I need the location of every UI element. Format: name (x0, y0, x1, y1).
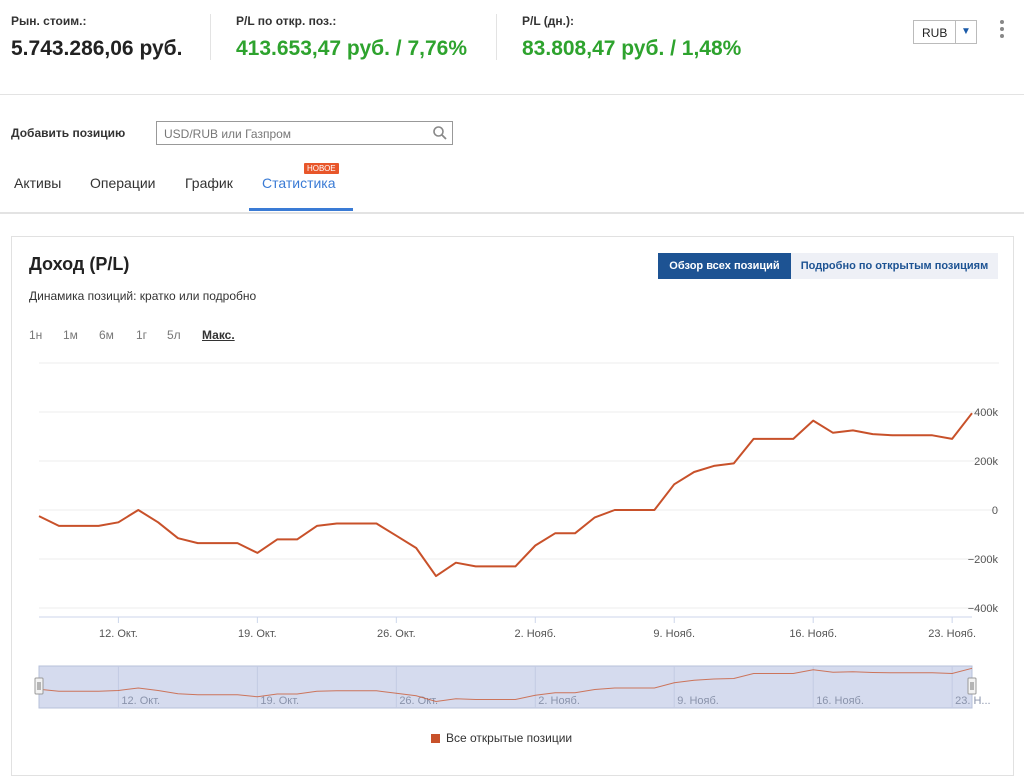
y-tick-label: 0 (992, 505, 998, 517)
legend-item[interactable]: Все открытые позиции (431, 731, 572, 745)
navigator-handle-right (967, 677, 977, 695)
x-tick-label: 16. Нояб. (789, 628, 837, 640)
navigator-label: 23. Н... (955, 695, 990, 707)
navigator-label: 2. Нояб. (538, 695, 580, 707)
x-tick-label: 2. Нояб. (514, 628, 556, 640)
series-line-all-open-positions (38, 412, 973, 578)
x-tick-label: 9. Нояб. (653, 628, 695, 640)
pl-chart: 400k 200k 0 −200k −400k 12. Окт. 19. Окт. 26. О… (34, 362, 999, 709)
navigator-label: 9. Нояб. (677, 695, 719, 707)
navigator-handle-left (34, 677, 44, 695)
x-tick-label: 12. Окт. (99, 628, 138, 640)
x-tick-label: 26. Окт. (377, 628, 416, 640)
y-tick-label: 200k (974, 456, 998, 468)
navigator-label: 16. Нояб. (816, 695, 864, 707)
y-tick-label: 400k (974, 407, 998, 419)
navigator-label: 12. Окт. (121, 695, 160, 707)
x-tick-label: 19. Окт. (238, 628, 277, 640)
navigator-label: 19. Окт. (260, 695, 299, 707)
x-tick-label: 23. Нояб. (928, 628, 976, 640)
legend-swatch (431, 734, 440, 743)
y-tick-label: −200k (968, 554, 999, 566)
legend-label: Все открытые позиции (446, 731, 573, 745)
y-tick-label: −400k (968, 603, 999, 615)
